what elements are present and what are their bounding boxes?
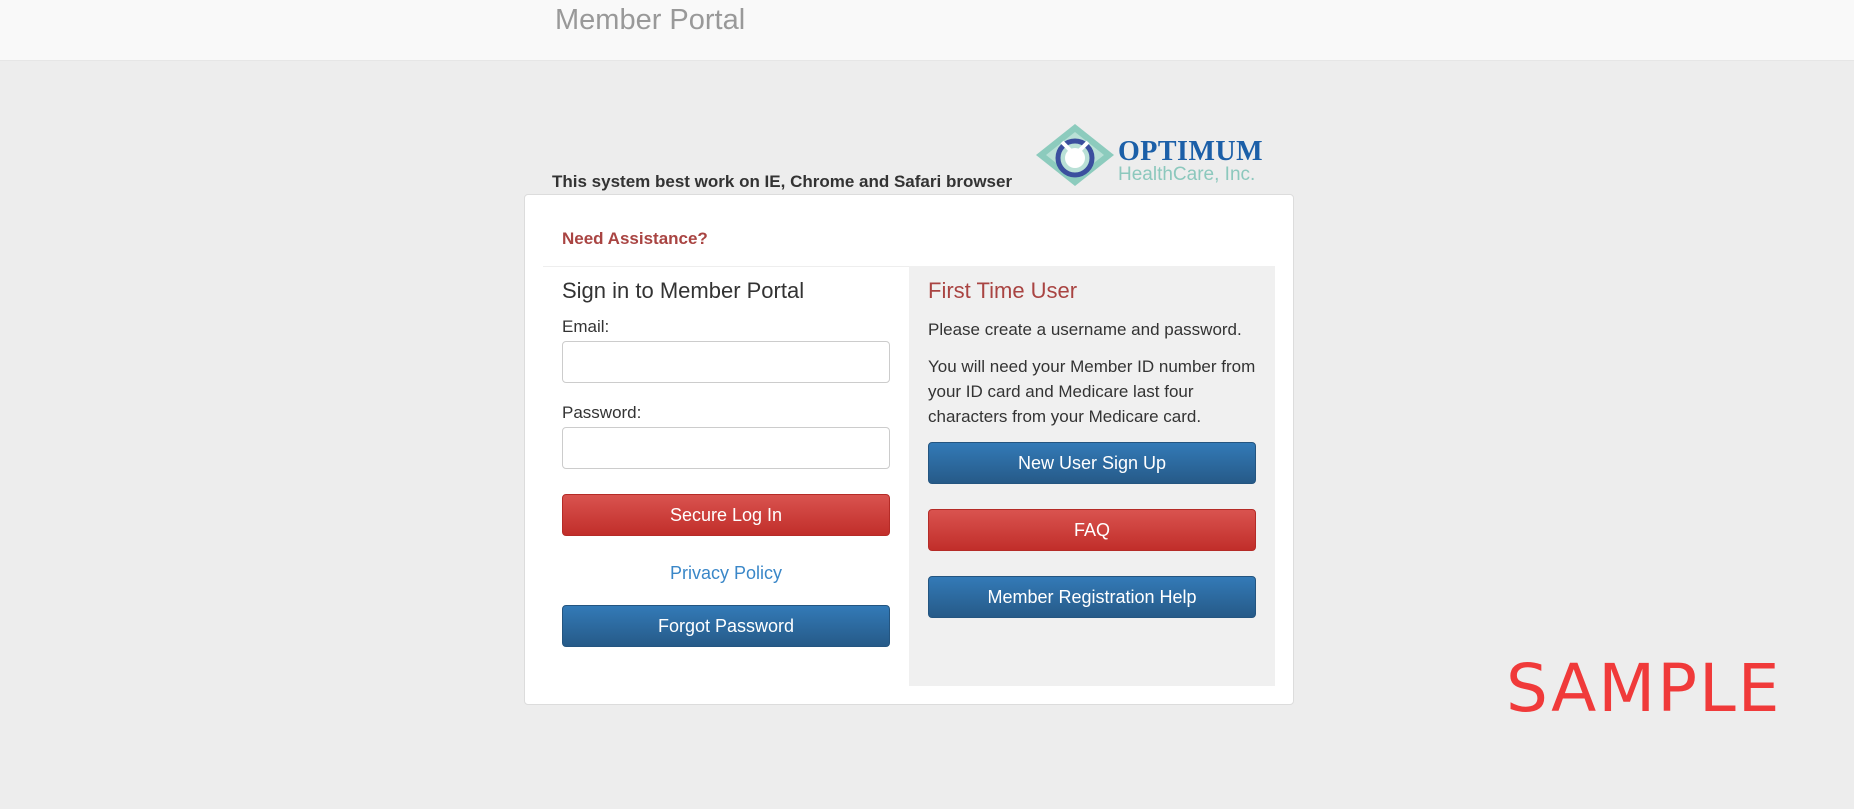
signin-section: Sign in to Member Portal Email: Password…	[543, 266, 909, 686]
logo-diamond-icon	[1036, 124, 1114, 186]
sample-watermark: SAMPLE	[1506, 650, 1782, 727]
login-panel: Need Assistance? Sign in to Member Porta…	[524, 194, 1294, 705]
first-time-user-title: First Time User	[928, 278, 1078, 303]
email-field[interactable]	[562, 341, 890, 383]
email-label: Email:	[562, 317, 610, 336]
faq-button[interactable]: FAQ	[928, 509, 1256, 551]
need-assistance-heading: Need Assistance?	[562, 229, 708, 248]
top-navbar: Member Portal	[0, 0, 1854, 61]
privacy-policy-link[interactable]: Privacy Policy	[562, 563, 890, 584]
first-time-instructions: Please create a username and password.	[928, 320, 1242, 339]
forgot-password-button[interactable]: Forgot Password	[562, 605, 890, 647]
member-registration-help-button[interactable]: Member Registration Help	[928, 576, 1256, 618]
secure-login-button[interactable]: Secure Log In	[562, 494, 890, 536]
password-field[interactable]	[562, 427, 890, 469]
signin-title: Sign in to Member Portal	[562, 278, 805, 303]
new-user-signup-button[interactable]: New User Sign Up	[928, 442, 1256, 484]
member-id-instructions: You will need your Member ID number from…	[928, 357, 1256, 426]
first-time-user-section: First Time User Please create a username…	[909, 266, 1275, 686]
password-label: Password:	[562, 403, 642, 422]
navbar-brand[interactable]: Member Portal	[555, 4, 745, 37]
logo-word-healthcare: HealthCare, Inc.	[1118, 164, 1256, 185]
company-logo: OPTIMUM HealthCare, Inc.	[1034, 122, 1269, 188]
browser-notice: This system best work on IE, Chrome and …	[552, 172, 1013, 191]
